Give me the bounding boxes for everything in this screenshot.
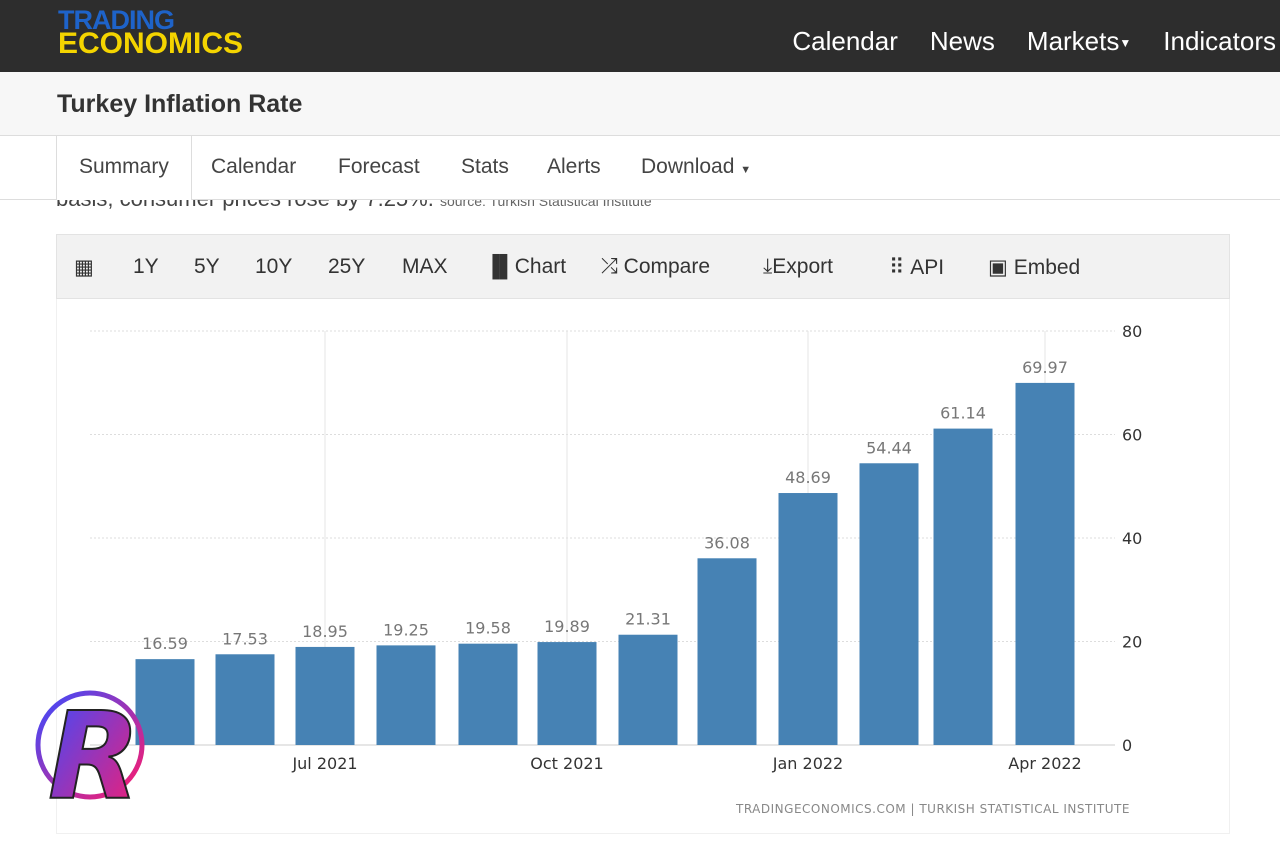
y-tick-label: 80: [1122, 322, 1142, 341]
data-label: 19.89: [544, 617, 590, 636]
bar: [697, 558, 757, 745]
tab-download-label: Download: [641, 155, 735, 178]
data-label: 69.97: [1022, 358, 1068, 377]
tab-download[interactable]: Download ▼: [641, 136, 751, 200]
tab-calendar[interactable]: Calendar: [211, 136, 296, 200]
bar: [859, 463, 919, 745]
bar: [933, 428, 993, 745]
data-label: 17.53: [222, 629, 268, 648]
caret-down-icon: ▼: [740, 164, 752, 176]
bar: [537, 642, 597, 745]
y-tick-label: 20: [1122, 633, 1142, 652]
y-tick-label: 0: [1122, 736, 1132, 755]
tab-summary[interactable]: Summary: [56, 136, 192, 200]
bar: [376, 645, 436, 745]
bar-chart: 0 20 40 60 80 Jul 2021 Oct 2021 Jan 2022 Apr 202…: [90, 322, 1142, 773]
bar: [778, 493, 838, 745]
bar: [1015, 382, 1075, 745]
data-label: 19.58: [465, 619, 511, 638]
data-label: 16.59: [142, 634, 188, 653]
data-label: 61.14: [940, 404, 986, 423]
tab-alerts[interactable]: Alerts: [547, 136, 601, 200]
data-label: 19.25: [383, 620, 429, 639]
bar: [215, 654, 275, 745]
bar: [295, 646, 355, 745]
svg-text:R: R: [48, 688, 140, 820]
x-tick-label: Jan 2022: [772, 754, 843, 773]
data-label: 18.95: [302, 622, 348, 641]
tab-bar: Summary Calendar Forecast Stats Alerts D…: [0, 136, 1280, 200]
x-tick-label: Jul 2021: [291, 754, 357, 773]
data-label: 21.31: [625, 610, 671, 629]
watermark-logo: R: [35, 687, 145, 820]
tab-stats[interactable]: Stats: [461, 136, 509, 200]
x-tick-label: Oct 2021: [530, 754, 603, 773]
x-tick-label: Apr 2022: [1008, 754, 1081, 773]
data-label: 36.08: [704, 533, 750, 552]
tab-forecast[interactable]: Forecast: [338, 136, 420, 200]
data-label: 54.44: [866, 438, 912, 457]
data-label: 48.69: [785, 468, 831, 487]
y-tick-label: 60: [1122, 426, 1142, 445]
chart-source: TRADINGECONOMICS.COM | TURKISH STATISTIC…: [736, 802, 1130, 816]
bar: [458, 643, 518, 745]
bar: [618, 634, 678, 745]
y-tick-label: 40: [1122, 529, 1142, 548]
